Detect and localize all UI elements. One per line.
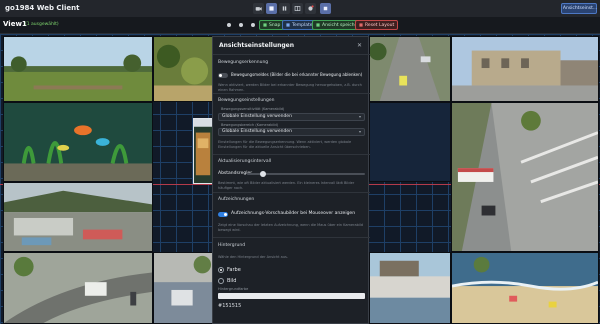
color-field-label: Hintergrundfarbe — [218, 287, 249, 291]
detection-sensitivity-select[interactable]: Globale Einstellung verwenden ▾ — [218, 113, 365, 121]
camera-tile-crossing[interactable] — [451, 102, 599, 252]
top-bar: go1984 Web Client Ansichtseinst... — [0, 0, 600, 17]
overlay-section-title: Aufzeichnungen — [218, 197, 255, 202]
dialog-title: Ansichtseinstellungen — [219, 42, 295, 49]
detection-sensitivity-value: Globale Einstellung verwenden — [222, 114, 292, 119]
camera-tile-pier[interactable] — [369, 102, 451, 182]
motion-settings-title: Bewegungseinstellungen — [218, 98, 275, 103]
reset-icon — [359, 23, 363, 27]
camera-tile-road[interactable] — [3, 252, 153, 324]
camera-tile-park[interactable] — [3, 36, 153, 102]
motion-hint: Wenn aktiviert, werden Bilder bei erkann… — [218, 83, 362, 92]
camera-image-aquarium-front — [4, 103, 152, 181]
motion-area-select[interactable]: Globale Einstellung verwenden ▾ — [218, 128, 365, 136]
layout-icon[interactable] — [292, 3, 303, 14]
view-settings-label: Ansichtseinst... — [562, 6, 598, 11]
camera-tile-aquarium-front[interactable] — [3, 102, 153, 182]
background-hint: Wähle den Hintergrund der Ansicht aus. — [218, 255, 288, 259]
color-swatch-field[interactable] — [218, 293, 365, 299]
record-icon[interactable] — [305, 3, 316, 14]
record-glyph — [308, 5, 314, 11]
layout-dot-3[interactable] — [251, 23, 255, 27]
refresh-section-title: Aktualisierungsintervall — [218, 159, 272, 164]
overlay-toggle[interactable] — [218, 212, 228, 217]
layout-glyph — [294, 6, 301, 11]
snap-label: Snap — [269, 22, 281, 28]
background-color-radio[interactable] — [218, 267, 224, 273]
chevron-down-icon: ▾ — [358, 129, 361, 134]
save-icon — [316, 23, 320, 27]
camera-image-harbor — [4, 183, 152, 251]
camera-image-cafe — [154, 253, 212, 323]
fullscreen-icon[interactable] — [320, 3, 331, 14]
camera-tile-aquarium[interactable] — [193, 118, 213, 184]
camera-image-garden — [154, 37, 212, 101]
camera-tile-cafe[interactable] — [153, 252, 213, 324]
background-section-title: Hintergrund — [218, 243, 246, 248]
snap-button[interactable]: Snap — [259, 20, 285, 30]
reset-layout-label: Reset Layout — [365, 22, 395, 28]
grid-glyph — [269, 6, 274, 11]
reset-layout-button[interactable]: Reset Layout — [355, 20, 399, 30]
selected-count: (1 ausgewählt) — [25, 22, 59, 27]
overlay-hint: Zeigt eine Vorschau der letzten Aufzeich… — [218, 223, 364, 232]
motion-settings-hint: Einstellungen für die Bewegungserkennung… — [218, 140, 352, 149]
camera-image-aquarium — [194, 119, 212, 183]
layout-dot-1[interactable] — [227, 23, 231, 27]
camera-tile-plaza[interactable] — [451, 36, 599, 102]
view-settings-button[interactable]: Ansichtseinst... — [561, 3, 597, 14]
camera-image-park — [4, 37, 152, 101]
camera-image-pier-view — [370, 253, 450, 323]
app-title: go1984 Web Client — [5, 4, 80, 12]
divider — [213, 192, 370, 193]
camera-image-beach — [452, 253, 598, 323]
view-settings-dialog: Ansichtseinstellungen ✕ Bewegungserkennu… — [212, 36, 370, 324]
camera-tile-pier-view[interactable] — [369, 252, 451, 324]
camera-image-street-top — [370, 37, 450, 101]
divider — [213, 237, 370, 238]
divider — [213, 93, 370, 94]
motion-toggle[interactable] — [218, 73, 228, 78]
camera-image-road — [4, 253, 152, 323]
motion-toggle-label: Bewegungsmeldes (Bilder die bei erkannte… — [231, 72, 363, 77]
background-image-option: Bild — [227, 278, 237, 284]
overlay-toggle-label: Aufzeichnungs-Vorschaubilder bei Mouseov… — [231, 211, 356, 216]
motion-section-title: Bewegungserkennung — [218, 60, 269, 65]
camera-icon[interactable] — [253, 3, 264, 14]
chevron-down-icon: ▾ — [358, 114, 361, 119]
camera-image-plaza — [452, 37, 598, 101]
camera-image-pier — [370, 103, 450, 181]
detection-sensitivity-label: Bewegungssensitivität (Kamerabild) — [221, 107, 285, 111]
camera-tile-street-top[interactable] — [369, 36, 451, 102]
refresh-slider-handle[interactable] — [260, 171, 266, 177]
camera-image-crossing — [452, 103, 598, 251]
templates-label: Template — [292, 22, 313, 28]
camera-icon-glyph — [255, 7, 262, 11]
pause-icon[interactable] — [279, 3, 290, 14]
background-color-option: Farbe — [227, 267, 241, 273]
grid-icon — [263, 23, 267, 27]
pause-glyph — [282, 6, 287, 11]
color-value[interactable]: #151515 — [218, 303, 241, 309]
motion-area-label: Bewegungsbereich (Kamerabild) — [221, 123, 279, 127]
refresh-hint: Bestimmt, wie oft Bilder aktualisiert we… — [218, 181, 355, 190]
divider — [213, 54, 370, 55]
camera-tile-harbor[interactable] — [3, 182, 153, 252]
template-icon — [286, 23, 290, 27]
camera-tile-garden[interactable] — [153, 36, 213, 102]
fullscreen-glyph — [323, 6, 328, 11]
grid-view-icon[interactable] — [266, 3, 277, 14]
layout-dot-2[interactable] — [239, 23, 243, 27]
camera-tile-beach[interactable] — [451, 252, 599, 324]
divider — [213, 154, 370, 155]
background-image-radio[interactable] — [218, 278, 224, 284]
view-name: View1 — [3, 20, 27, 28]
close-icon[interactable]: ✕ — [357, 42, 362, 49]
motion-area-value: Globale Einstellung verwenden — [222, 129, 292, 134]
